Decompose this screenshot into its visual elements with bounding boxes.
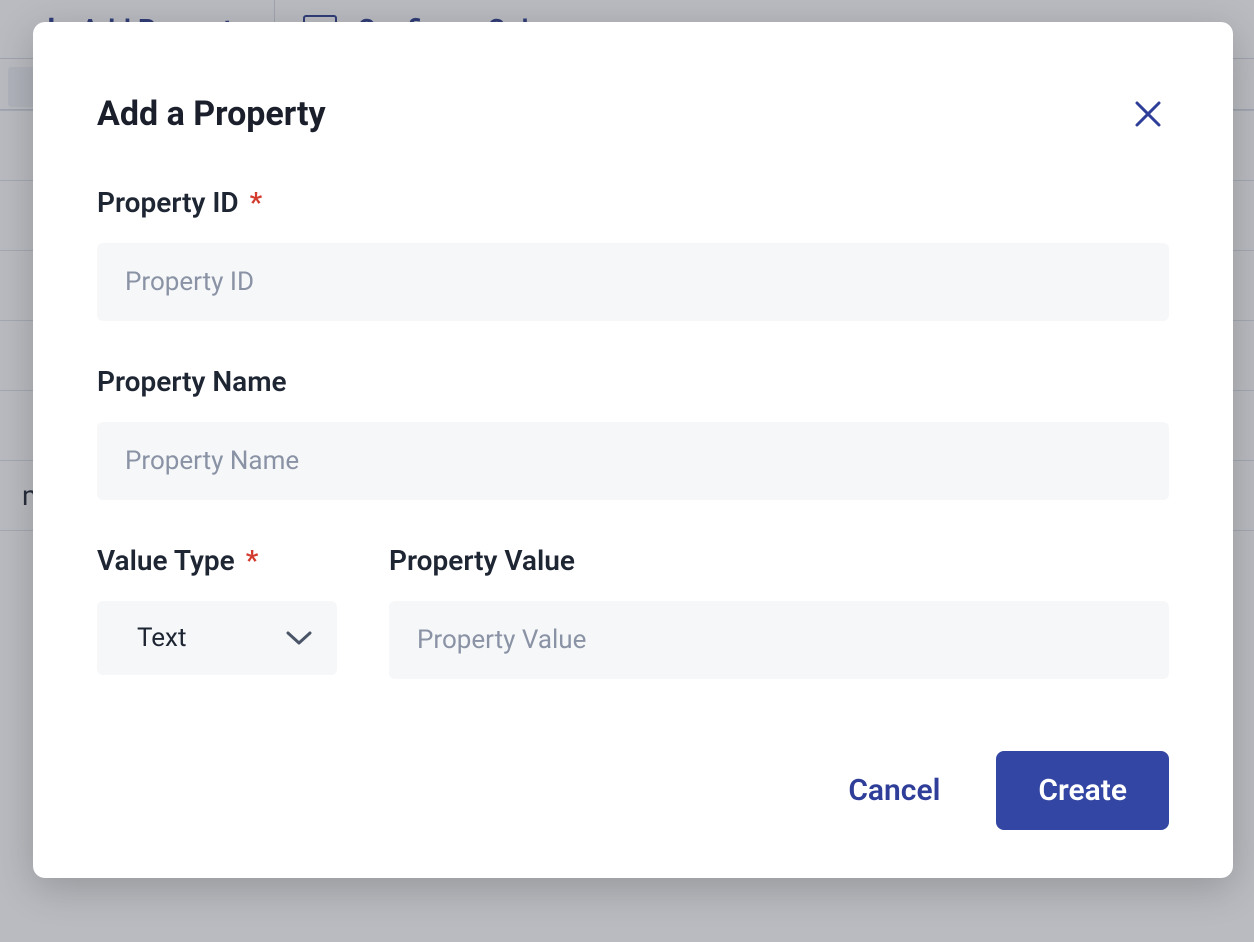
value-type-field: Value Type * Text	[97, 544, 337, 675]
property-name-label: Property Name	[97, 365, 1169, 398]
property-value-label: Property Value	[389, 544, 1169, 577]
value-type-label: Value Type *	[97, 544, 337, 577]
close-button[interactable]	[1133, 96, 1169, 132]
property-id-input[interactable]	[97, 243, 1169, 321]
close-icon	[1133, 99, 1169, 129]
property-name-input[interactable]	[97, 422, 1169, 500]
chevron-down-icon	[285, 629, 313, 647]
add-property-modal: Add a Property Property ID * Property Na…	[33, 22, 1233, 878]
property-id-label: Property ID *	[97, 186, 1169, 219]
property-value-field: Property Value	[389, 544, 1169, 679]
property-id-field: Property ID *	[97, 186, 1169, 321]
value-type-select[interactable]: Text	[97, 601, 337, 675]
required-marker: *	[250, 186, 263, 219]
required-marker: *	[246, 544, 259, 577]
modal-footer: Cancel Create	[97, 751, 1169, 830]
property-name-field: Property Name	[97, 365, 1169, 500]
modal-title: Add a Property	[97, 94, 326, 134]
property-value-input[interactable]	[389, 601, 1169, 679]
modal-header: Add a Property	[97, 94, 1169, 134]
create-button[interactable]: Create	[996, 751, 1169, 830]
value-type-selected: Text	[137, 623, 186, 653]
cancel-button[interactable]: Cancel	[848, 773, 940, 808]
value-row: Value Type * Text Property Value	[97, 544, 1169, 679]
